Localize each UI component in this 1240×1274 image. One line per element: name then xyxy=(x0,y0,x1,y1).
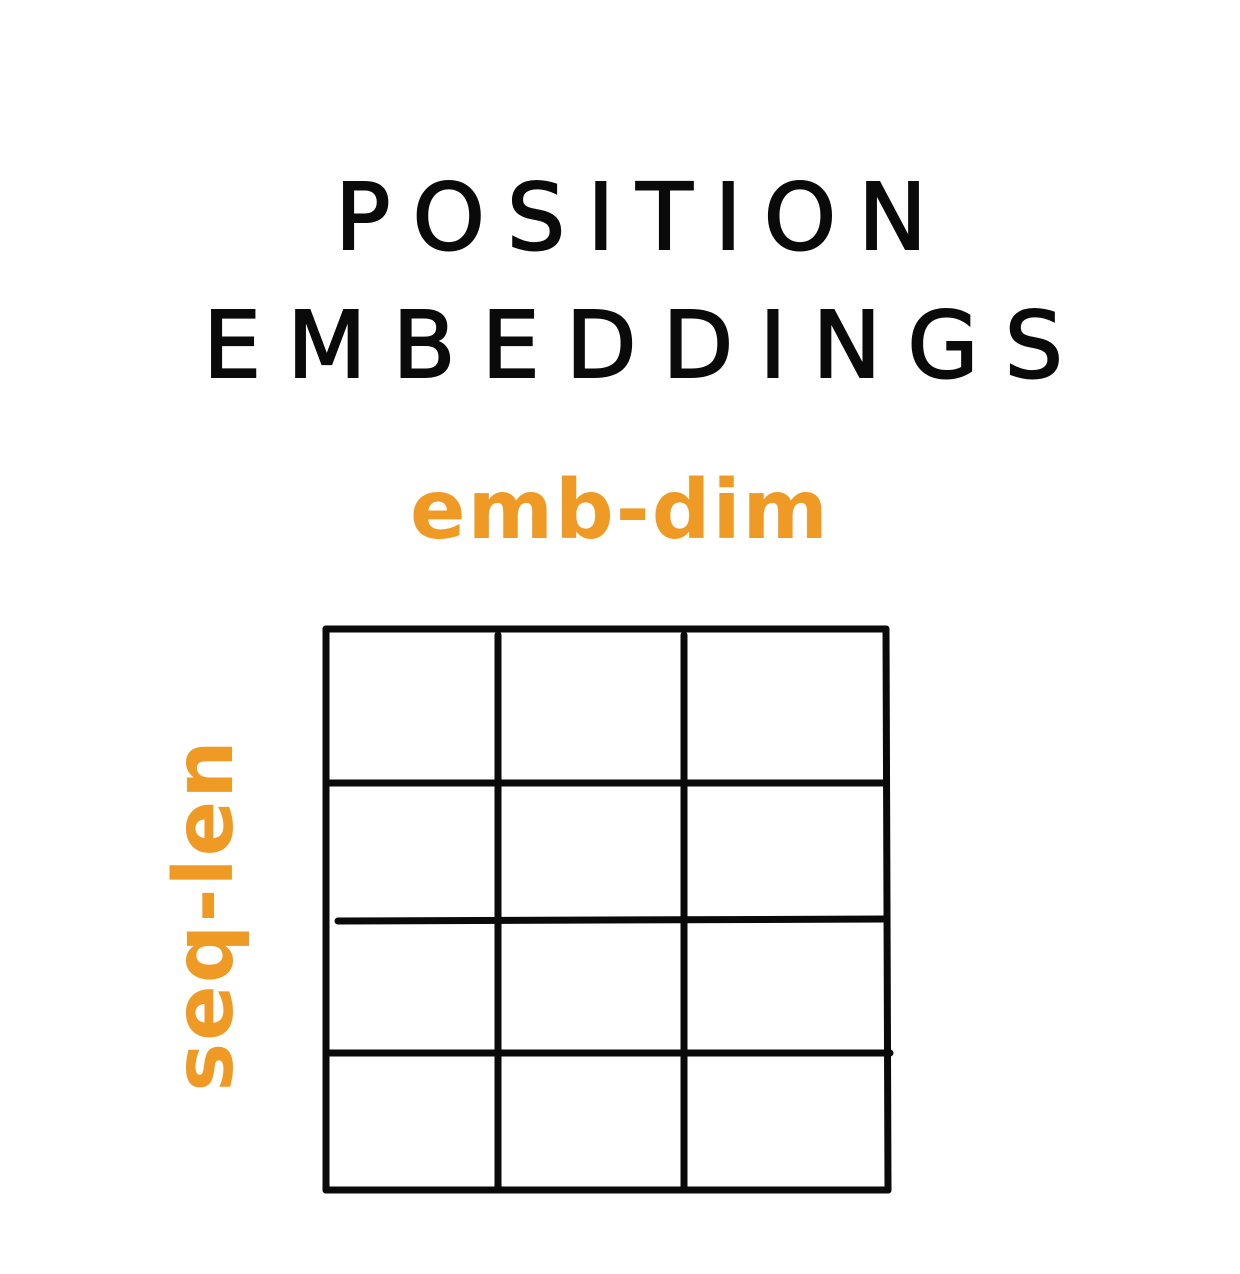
grid-lines xyxy=(322,625,894,1194)
grid-border-right xyxy=(882,625,892,1194)
grid-row-divider xyxy=(334,915,890,925)
embedding-matrix-grid xyxy=(322,625,894,1194)
